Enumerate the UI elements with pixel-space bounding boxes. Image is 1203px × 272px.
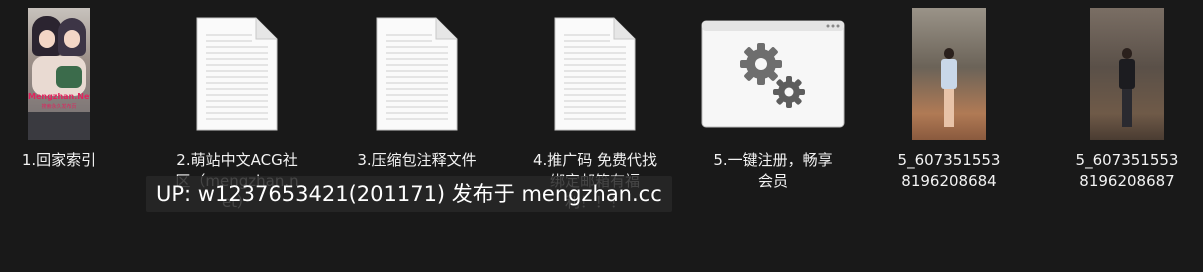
watermark-overlay: UP: w1237653421(201171) 发布于 mengzhan.cc <box>146 176 672 212</box>
file-item-7[interactable]: 5_6073515538196208687 <box>1052 0 1202 192</box>
text-document-icon <box>554 17 636 131</box>
thumbnail-logo-text: Mengzhan.Net <box>28 92 90 101</box>
file-label: 1.回家索引 <box>21 151 97 169</box>
text-document-icon <box>376 17 458 131</box>
file-item-1[interactable]: Mengzhan.Net 搜索永久发布页 1.回家索引 <box>0 0 134 171</box>
file-item-5[interactable]: 5.一键注册，畅享会员 <box>698 0 848 192</box>
file-label: 5_6073515538196208684 <box>897 151 1001 190</box>
image-thumbnail <box>912 8 986 140</box>
file-item-6[interactable]: 5_6073515538196208684 <box>874 0 1024 192</box>
image-thumbnail <box>1090 8 1164 140</box>
file-item-3[interactable]: 3.压缩包注释文件 <box>342 0 492 171</box>
text-document-icon <box>196 17 278 131</box>
file-label: 5.一键注册，畅享会员 <box>713 151 833 190</box>
image-thumbnail: Mengzhan.Net 搜索永久发布页 <box>28 8 90 140</box>
file-label: 5_6073515538196208687 <box>1075 151 1179 190</box>
thumbnail-logo-subtext: 搜索永久发布页 <box>41 104 77 110</box>
file-label: 3.压缩包注释文件 <box>357 151 477 169</box>
settings-gears-icon <box>701 20 845 128</box>
